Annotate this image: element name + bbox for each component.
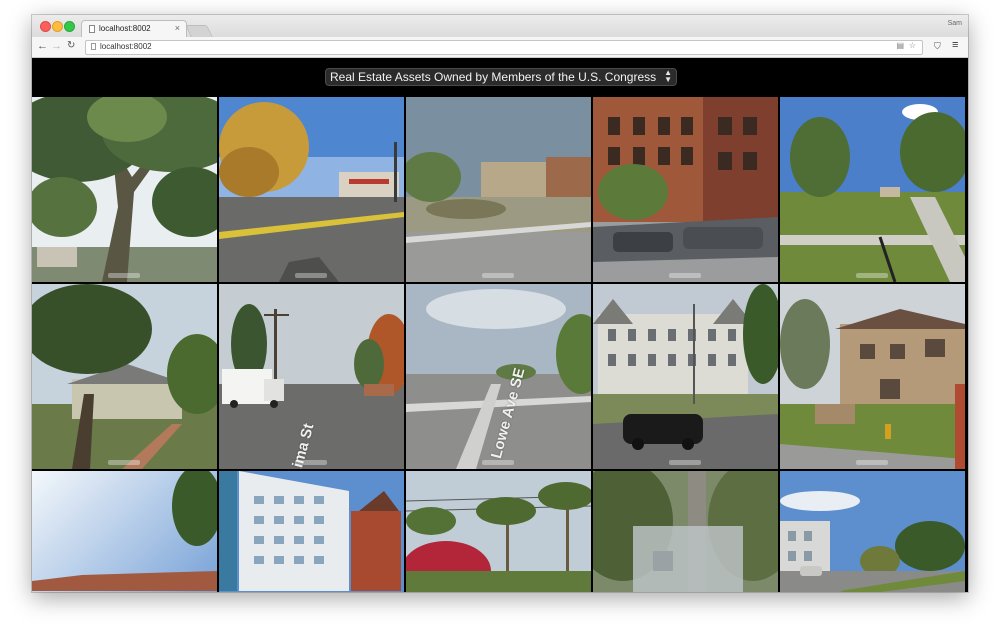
dataset-select-wrapper: Real Estate Assets Owned by Members of t… (325, 68, 677, 86)
streetview-image (593, 284, 778, 469)
photo-tile[interactable] (593, 97, 778, 282)
photo-tile[interactable] (219, 97, 404, 282)
photo-tile[interactable] (219, 471, 404, 592)
watermark (856, 273, 888, 278)
photo-tile[interactable] (406, 97, 591, 282)
streetview-image (219, 471, 404, 592)
streetview-image (406, 471, 591, 592)
photo-tile[interactable] (593, 284, 778, 469)
watermark (482, 460, 514, 465)
extension-shield-icon[interactable]: ⛉ (934, 41, 941, 52)
bookmark-star-icon[interactable]: ☆ (909, 41, 916, 50)
photo-tile[interactable] (32, 284, 217, 469)
photo-tile[interactable] (780, 284, 965, 469)
watermark (856, 460, 888, 465)
dataset-select-value: Real Estate Assets Owned by Members of t… (330, 70, 657, 84)
reload-icon[interactable]: ↻ (67, 40, 75, 52)
page-favicon-icon (89, 25, 95, 33)
address-bar[interactable]: localhost:8002 ▤ ☆ (85, 40, 923, 55)
streetview-image (780, 284, 965, 469)
select-arrows-icon: ▲ ▼ (664, 68, 672, 84)
watermark (669, 273, 701, 278)
photo-tile[interactable] (593, 471, 778, 592)
tab-title: localhost:8002 (99, 24, 151, 33)
photo-tile[interactable] (32, 97, 217, 282)
streetview-image (593, 471, 778, 592)
watermark (295, 460, 327, 465)
watermark (295, 273, 327, 278)
back-arrow-icon[interactable]: ← (37, 40, 48, 52)
forward-arrow-icon[interactable]: → (51, 40, 62, 52)
minimize-window-button[interactable] (52, 21, 63, 32)
page-viewport: Real Estate Assets Owned by Members of t… (32, 58, 968, 592)
zoom-window-button[interactable] (64, 21, 75, 32)
watermark (108, 460, 140, 465)
browser-window: localhost:8002 × Sam ← → ↻ localhost:800… (32, 15, 968, 592)
streetview-image (219, 97, 404, 282)
streetview-image (780, 97, 965, 282)
page-info-icon[interactable] (91, 43, 96, 50)
page-action-icon[interactable]: ▤ (896, 41, 904, 50)
browser-menu-icon[interactable]: ≡ (952, 39, 958, 51)
photo-tile[interactable] (406, 471, 591, 592)
watermark (482, 273, 514, 278)
photo-tile[interactable]: Lowe Ave SE (406, 284, 591, 469)
new-tab-button[interactable] (185, 25, 213, 37)
streetview-image (406, 97, 591, 282)
watermark (108, 273, 140, 278)
browser-tab[interactable]: localhost:8002 × (81, 20, 187, 38)
title-bar: localhost:8002 × Sam (32, 15, 968, 38)
streetview-image (593, 97, 778, 282)
tab-close-icon[interactable]: × (175, 23, 180, 33)
photo-tile[interactable] (780, 97, 965, 282)
url-text[interactable]: localhost:8002 (100, 42, 152, 51)
streetview-image (780, 471, 965, 592)
browser-toolbar: ← → ↻ localhost:8002 ▤ ☆ ⛉ ≡ (32, 37, 968, 58)
streetview-image (32, 471, 217, 592)
photo-tile[interactable] (32, 471, 217, 592)
profile-button[interactable]: Sam (948, 20, 962, 27)
streetview-image (32, 284, 217, 469)
close-window-button[interactable] (40, 21, 51, 32)
photo-tile[interactable] (780, 471, 965, 592)
streetview-image (32, 97, 217, 282)
photo-tile[interactable]: Lima St (219, 284, 404, 469)
dataset-select[interactable]: Real Estate Assets Owned by Members of t… (325, 68, 677, 86)
watermark (669, 460, 701, 465)
